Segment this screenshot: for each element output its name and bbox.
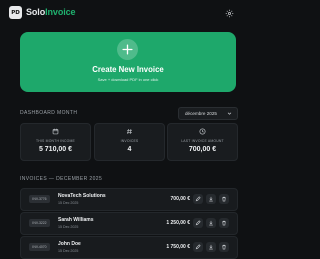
app-header: PD SoloInvoice xyxy=(0,0,256,26)
last-invoice-label: LAST INVOICE AMOUNT xyxy=(181,139,224,143)
download-invoice-button[interactable] xyxy=(206,218,216,228)
pencil-icon xyxy=(195,244,201,250)
pencil-icon xyxy=(195,196,201,202)
invoice-client: John Doe xyxy=(58,241,81,247)
app-title-accent: Invoice xyxy=(45,7,76,17)
invoice-date: 15 Dec 2025 xyxy=(58,201,79,205)
invoice-number-badge: INV-3776 xyxy=(29,195,50,203)
download-icon xyxy=(209,220,213,226)
clock-icon xyxy=(168,128,237,135)
income-card-value: 5 710,00 € xyxy=(38,146,73,153)
delete-invoice-button[interactable] xyxy=(219,242,229,252)
download-invoice-button[interactable] xyxy=(206,242,216,252)
invoice-amount: 700,00 € xyxy=(170,196,190,202)
trash-icon xyxy=(222,196,226,202)
invoices-count-label: INVOICES xyxy=(120,139,139,143)
download-icon xyxy=(209,244,213,250)
delete-invoice-button[interactable] xyxy=(219,218,229,228)
income-card-label: THIS MONTH INCOME xyxy=(36,139,75,143)
create-invoice-subtitle: Save + download PDF in one click xyxy=(97,77,159,82)
income-card: THIS MONTH INCOME 5 710,00 € xyxy=(20,123,91,161)
hash-icon xyxy=(95,128,164,135)
app-title: SoloInvoice xyxy=(26,7,76,17)
calendar-icon xyxy=(21,128,90,135)
invoice-client: Sarah Williams xyxy=(58,217,94,223)
dashboard-section-label: DASHBOARD MONTH xyxy=(20,110,78,116)
invoice-number-badge: INV-3222 xyxy=(29,219,50,227)
invoice-client: NovaTech Solutions xyxy=(58,193,106,199)
edit-invoice-button[interactable] xyxy=(193,194,203,204)
edit-invoice-button[interactable] xyxy=(193,218,203,228)
invoices-count-value: 4 xyxy=(127,146,132,153)
month-select-value: décembre 2025 xyxy=(185,111,217,116)
invoice-date: 15 Dec 2025 xyxy=(58,225,79,229)
invoice-amount: 1 750,00 € xyxy=(166,244,190,250)
month-select[interactable]: décembre 2025 xyxy=(178,107,238,120)
last-invoice-card: LAST INVOICE AMOUNT 700,00 € xyxy=(167,123,238,161)
chevron-down-icon xyxy=(227,111,232,117)
plus-icon xyxy=(117,39,138,60)
invoice-row[interactable]: INV-3222 Sarah Williams 15 Dec 2025 1 25… xyxy=(20,212,238,235)
app-title-main: Solo xyxy=(26,7,46,17)
pencil-icon xyxy=(195,220,201,226)
gear-icon xyxy=(225,9,233,17)
invoices-count-card: INVOICES 4 xyxy=(94,123,165,161)
invoice-row[interactable]: INV-3776 NovaTech Solutions 15 Dec 2025 … xyxy=(20,188,238,211)
trash-icon xyxy=(222,244,226,250)
create-invoice-title: Create New Invoice xyxy=(92,65,164,74)
invoice-date: 15 Dec 2025 xyxy=(58,249,79,253)
download-invoice-button[interactable] xyxy=(206,194,216,204)
invoice-number-badge: INV-4070 xyxy=(29,243,50,251)
download-icon xyxy=(209,196,213,202)
delete-invoice-button[interactable] xyxy=(219,194,229,204)
trash-icon xyxy=(222,220,226,226)
last-invoice-value: 700,00 € xyxy=(188,146,217,153)
invoices-section-label: INVOICES — DECEMBER 2025 xyxy=(20,176,103,182)
app-logo: PD xyxy=(9,6,22,19)
invoice-amount: 1 250,00 € xyxy=(166,220,190,226)
settings-button[interactable] xyxy=(223,7,235,19)
edit-invoice-button[interactable] xyxy=(193,242,203,252)
